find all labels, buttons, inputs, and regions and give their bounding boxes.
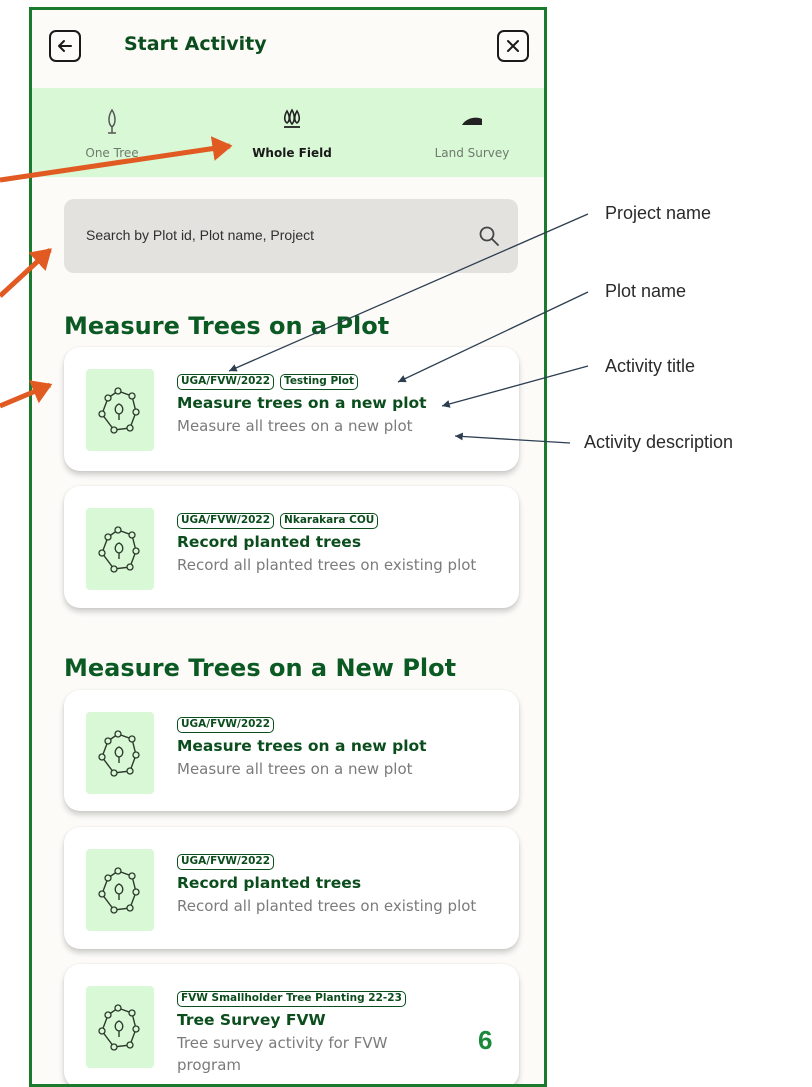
back-arrow-icon (58, 40, 72, 52)
activity-card[interactable]: UGA/FVW/2022 Record planted trees Record… (64, 827, 519, 949)
activity-description: Measure all trees on a new plot (177, 417, 413, 435)
plot-icon (86, 369, 154, 451)
tab-whole-field[interactable]: Whole Field (222, 88, 362, 177)
page-number: 6 (478, 1025, 493, 1055)
single-tree-icon (105, 108, 119, 139)
activity-title: Measure trees on a new plot (177, 737, 427, 755)
activity-description: Measure all trees on a new plot (177, 760, 413, 778)
back-button[interactable] (49, 30, 81, 62)
tab-label: Land Survey (434, 146, 510, 160)
tab-label: One Tree (85, 146, 139, 160)
section-title: Measure Trees on a Plot (64, 312, 390, 340)
annotation-plot-name: Plot name (605, 281, 687, 301)
plot-icon (86, 849, 154, 931)
search-input[interactable] (84, 219, 468, 251)
annotation-project-name: Project name (605, 203, 712, 223)
search-bar (64, 199, 518, 273)
plot-icon (86, 986, 154, 1068)
page-title: Start Activity (124, 33, 267, 55)
activity-title: Record planted trees (177, 533, 362, 551)
header: Start Activity (32, 10, 544, 88)
land-icon (460, 114, 484, 132)
activity-description: Record all planted trees on existing plo… (177, 897, 477, 915)
activity-title: Measure trees on a new plot (177, 394, 427, 412)
activity-title: Record planted trees (177, 874, 362, 892)
tab-land-survey[interactable]: Land Survey (402, 88, 542, 177)
project-tag: UGA/FVW/2022 (177, 717, 275, 733)
trees-icon (281, 108, 303, 135)
activity-type-tabs: One Tree Whole Field Land Survey (32, 88, 544, 177)
close-button[interactable] (497, 30, 529, 62)
plot-tag: Nkarakara COU (280, 513, 379, 529)
activity-card[interactable]: FVW Smallholder Tree Planting 22-23 Tree… (64, 964, 519, 1084)
project-tag: UGA/FVW/2022 (177, 854, 275, 870)
phone-screen: Start Activity One Tree Whole Field Land… (29, 7, 547, 1087)
activity-card[interactable]: UGA/FVW/2022 Nkarakara COU Record plante… (64, 486, 519, 608)
plot-icon (86, 508, 154, 590)
tab-label: Whole Field (252, 146, 332, 160)
plot-tag: Testing Plot (280, 374, 358, 390)
section-title: Measure Trees on a New Plot (64, 654, 457, 682)
project-tag: FVW Smallholder Tree Planting 22-23 (177, 991, 406, 1007)
search-icon[interactable] (478, 225, 500, 252)
annotation-activity-title: Activity title (605, 356, 696, 376)
close-icon (507, 40, 519, 52)
activity-description: Tree survey activity for FVW program (177, 1034, 388, 1074)
activity-description: Record all planted trees on existing plo… (177, 556, 477, 574)
project-tag: UGA/FVW/2022 (177, 513, 275, 529)
activity-card[interactable]: UGA/FVW/2022 Measure trees on a new plot… (64, 690, 519, 811)
tab-one-tree[interactable]: One Tree (42, 88, 182, 177)
activity-title: Tree Survey FVW (177, 1011, 326, 1029)
annotation-activity-description: Activity description (584, 432, 734, 452)
plot-icon (86, 712, 154, 794)
project-tag: UGA/FVW/2022 (177, 374, 275, 390)
activity-card[interactable]: UGA/FVW/2022 Testing Plot Measure trees … (64, 347, 519, 471)
